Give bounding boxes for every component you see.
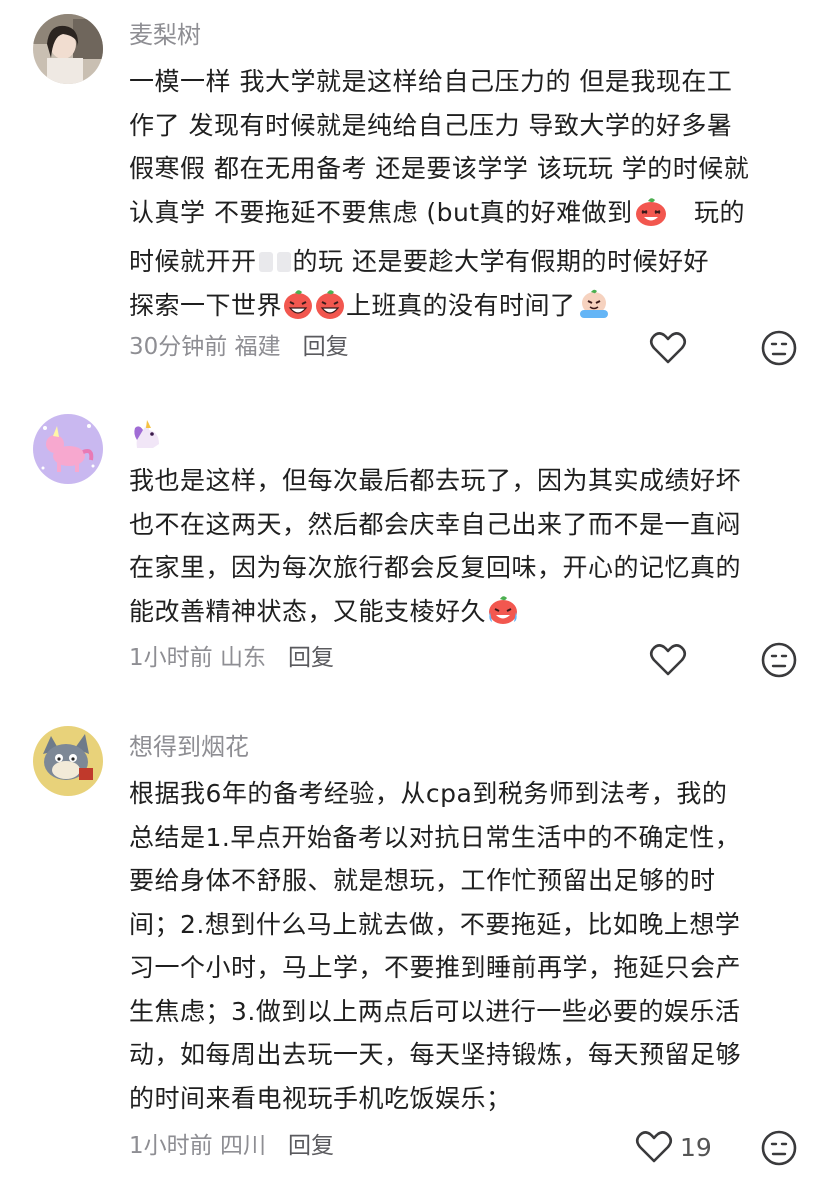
comment-line: 探索一下世界 [129,290,283,320]
heart-outline-icon[interactable] [634,1127,674,1167]
comment-line: 的时间来看电视玩手机吃饭娱乐； [129,1083,512,1113]
comment-line: 动，如每周出去玩一天，每天坚持锻炼，每天预留足够 [129,1040,742,1069]
timestamp: 1小时前 [129,1133,213,1159]
comment-line: 间；2.想到什么马上就去做，不要拖延，比如晚上想学 [129,909,741,939]
comment-line: 玩的 [694,197,746,227]
comment-line: 作了 发现有时候就是纯给自己压力 导致大学的好多暑 [129,110,733,140]
username[interactable]: 麦梨树 [129,20,201,50]
avatar[interactable] [33,726,103,796]
location: 山东 [219,645,266,671]
comment-line: 我也是这样，但每次最后都去玩了，因为其实成绩好坏 [129,466,742,495]
username[interactable] [129,418,165,457]
timestamp: 1小时前 [129,645,213,671]
comment-line: 在家里，因为每次旅行都会反复回味，开心的记忆真的 [129,553,742,582]
reply-button[interactable]: 回复 [288,645,334,671]
heart-outline-icon[interactable] [648,328,688,368]
laughing-emoji-icon [633,195,669,241]
comment-line: 时候就开开 [129,247,257,276]
grinning-emoji-icon [314,288,346,334]
meh-face-icon[interactable] [760,641,798,679]
crying-emoji-icon [576,288,612,334]
reply-button[interactable]: 回复 [288,1133,334,1159]
comment-line: 习一个小时，马上学，不要推到睡前再学，拖延只会产 [129,953,742,982]
avatar[interactable] [33,14,103,84]
hidden-emoji-icon [276,252,291,272]
like-count: 19 [680,1133,712,1162]
user-photo-icon [33,14,103,84]
reply-button[interactable]: 回复 [303,334,349,360]
comment-line: 认真学 不要拖延不要焦虑 (but真的好难做到 [129,197,633,227]
comment-meta: 30分钟前 福建 回复 [129,332,349,362]
location: 四川 [219,1133,266,1159]
meh-face-icon[interactable] [760,329,798,367]
comment-meta: 1小时前 山东 回复 [129,643,334,673]
timestamp: 30分钟前 [129,334,228,360]
crying-laughing-emoji-icon [486,594,520,640]
comment-line: 总结是1.早点开始备考以对抗日常生活中的不确定性， [129,822,741,852]
comment-text: 一模一样 我大学就是这样给自己压力的 但是我现在工 作了 发现有时候就是纯给自己… [129,60,801,333]
hidden-emoji-icon [258,252,273,272]
meh-face-icon[interactable] [760,1129,798,1167]
comment-line: 一模一样 我大学就是这样给自己压力的 但是我现在工 [129,67,733,96]
comment-line: 的玩 还是要趁大学有假期的时候好好 [292,247,709,276]
comment-line: 也不在这两天，然后都会庆幸自己出来了而不是一直闷 [129,509,742,539]
comment-line: 根据我6年的备考经验，从cpa到税务师到法考，我的 [129,779,728,808]
comment-line: 能改善精神状态，又能支棱好久 [129,596,487,626]
comment-line: 上班真的没有时间了 [346,290,576,320]
avatar[interactable] [33,414,103,484]
grinning-emoji-icon [282,288,314,334]
comment-meta: 1小时前 四川 回复 [129,1131,334,1161]
heart-outline-icon[interactable] [648,640,688,680]
cartoon-cat-avatar-icon [33,726,103,796]
comment-text: 根据我6年的备考经验，从cpa到税务师到法考，我的 总结是1.早点开始备考以对抗… [129,772,801,1120]
comment-text: 我也是这样，但每次最后都去玩了，因为其实成绩好坏 也不在这两天，然后都会庆幸自己… [129,459,801,639]
unicorn-avatar-icon [33,414,103,484]
comment-line: 假寒假 都在无用备考 还是要该学学 该玩玩 学的时候就 [129,154,750,183]
comment-line: 生焦虑；3.做到以上两点后可以进行一些必要的娱乐活 [129,996,741,1026]
location: 福建 [234,334,281,360]
comment-line: 要给身体不舒服、就是想玩，工作忙预留出足够的时 [129,866,716,895]
unicorn-emoji-icon [134,420,159,448]
username[interactable]: 想得到烟花 [129,732,249,762]
